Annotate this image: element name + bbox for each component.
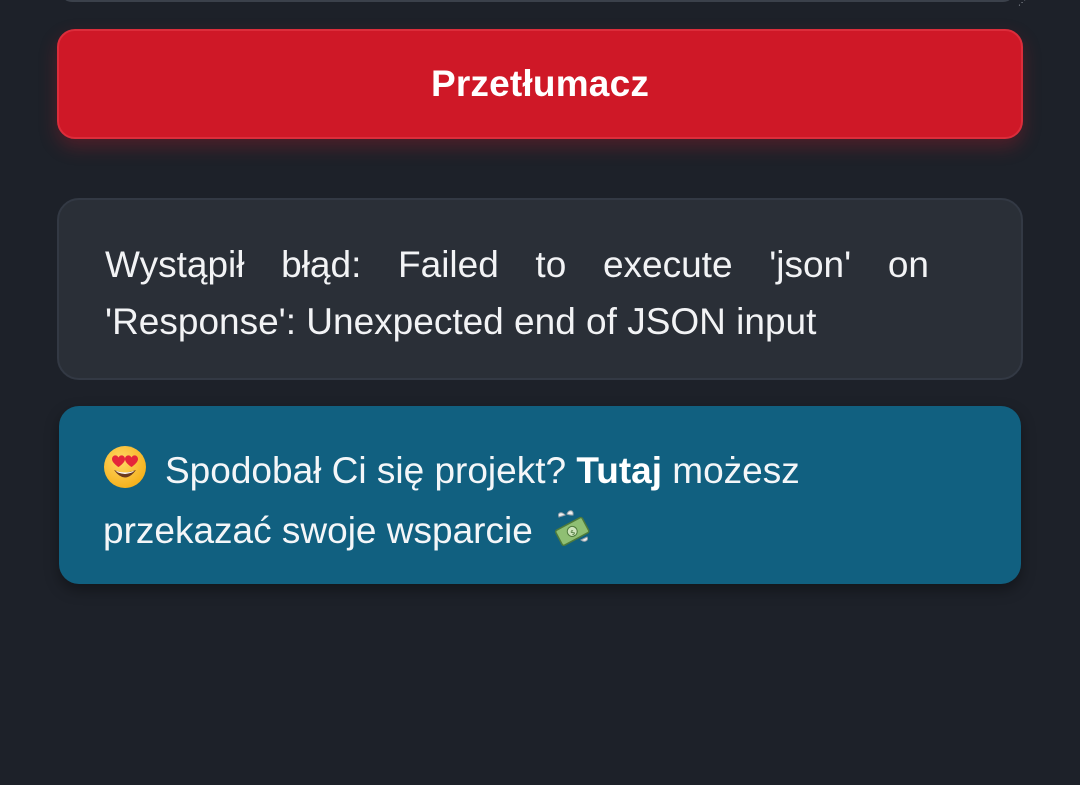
error-message-text: Wystąpił błąd: Failed to execute 'json' … bbox=[105, 244, 929, 342]
support-link[interactable]: Tutaj bbox=[576, 450, 662, 491]
error-message-box: Wystąpił błąd: Failed to execute 'json' … bbox=[57, 198, 1023, 380]
text-input-area[interactable] bbox=[60, 0, 1015, 2]
support-banner: Spodobał Ci się projekt? Tutaj możesz pr… bbox=[59, 406, 1021, 584]
support-text-before: Spodobał Ci się projekt? bbox=[165, 450, 567, 491]
money-with-wings-emoji-icon: $ bbox=[551, 507, 593, 564]
heart-eyes-emoji-icon bbox=[103, 445, 147, 504]
resize-handle-icon[interactable]: ⋰ bbox=[1018, 0, 1026, 7]
translate-button[interactable]: Przetłumacz bbox=[57, 29, 1023, 139]
